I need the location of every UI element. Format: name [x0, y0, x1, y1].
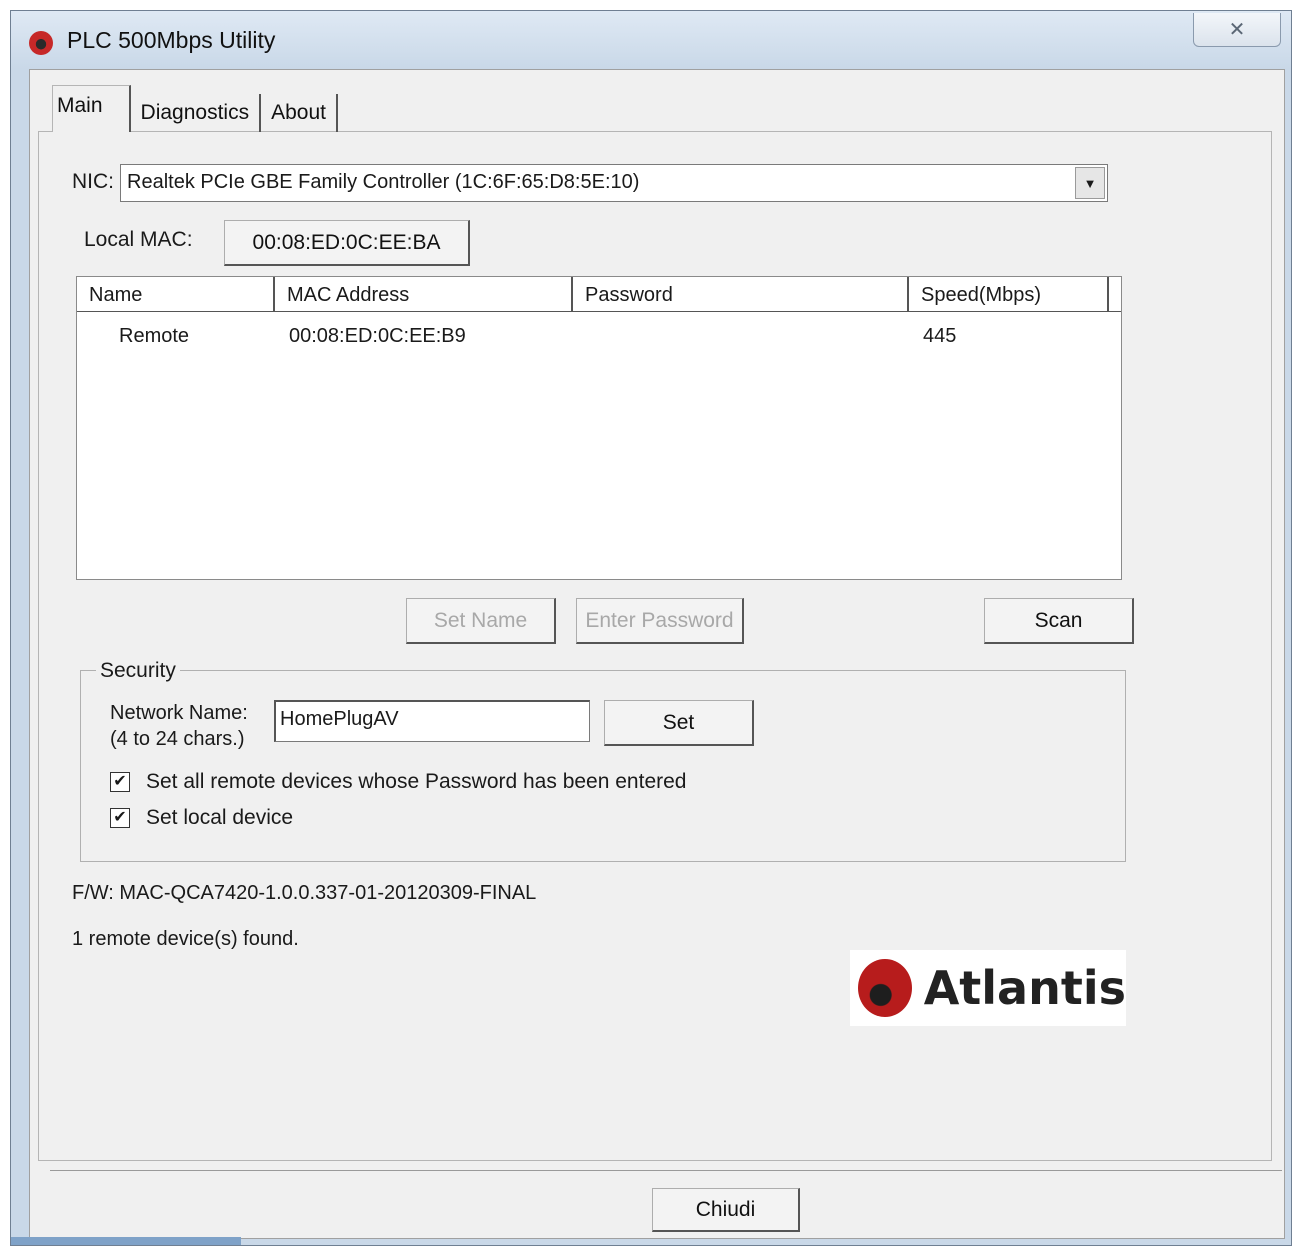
- chevron-down-icon[interactable]: ▼: [1075, 167, 1105, 199]
- nic-dropdown[interactable]: Realtek PCIe GBE Family Controller (1C:6…: [120, 164, 1108, 202]
- tab-strip: Main Diagnostics About: [52, 85, 338, 132]
- scan-button[interactable]: Scan: [984, 598, 1134, 644]
- atlantis-logo: Atlantis: [850, 950, 1126, 1026]
- nic-label: NIC:: [72, 170, 114, 193]
- column-header-mac-address[interactable]: MAC Address: [275, 277, 573, 311]
- checkmark-icon: ✔: [113, 773, 127, 790]
- device-list[interactable]: Name MAC Address Password Speed(Mbps) Re…: [76, 276, 1122, 580]
- window-close-button[interactable]: ✕: [1193, 13, 1281, 47]
- set-local-device-checkbox[interactable]: ✔: [110, 808, 130, 828]
- column-header-name[interactable]: Name: [77, 277, 275, 311]
- tab-main[interactable]: Main: [52, 85, 131, 132]
- local-mac-label: Local MAC:: [84, 228, 193, 251]
- local-mac-value[interactable]: 00:08:ED:0C:EE:BA: [224, 220, 470, 266]
- atlantis-logo-icon: [858, 959, 912, 1017]
- frame-accent-strip: [11, 1237, 241, 1245]
- title-bar[interactable]: PLC 500Mbps Utility ✕: [11, 11, 1291, 69]
- status-message: 1 remote device(s) found.: [72, 928, 299, 950]
- set-name-button[interactable]: Set Name: [406, 598, 556, 644]
- set-remote-devices-label: Set all remote devices whose Password ha…: [146, 770, 687, 793]
- device-list-header: Name MAC Address Password Speed(Mbps): [77, 277, 1121, 312]
- set-local-device-label: Set local device: [146, 806, 294, 829]
- app-logo-icon: [29, 31, 53, 55]
- network-name-label-text: Network Name:: [110, 702, 248, 724]
- checkmark-icon: ✔: [113, 809, 127, 826]
- set-remote-devices-checkbox[interactable]: ✔: [110, 772, 130, 792]
- device-speed-cell: 445: [923, 325, 957, 347]
- window-title: PLC 500Mbps Utility: [67, 27, 276, 53]
- enter-password-button[interactable]: Enter Password: [576, 598, 744, 644]
- atlantis-logo-text: Atlantis: [923, 961, 1126, 1015]
- network-name-hint: (4 to 24 chars.): [110, 728, 245, 750]
- close-icon: ✕: [1228, 19, 1246, 41]
- set-remote-devices-option[interactable]: ✔ Set all remote devices whose Password …: [110, 770, 686, 794]
- device-name-cell: Remote: [119, 325, 190, 347]
- security-groupbox: [80, 670, 1126, 862]
- column-header-password[interactable]: Password: [573, 277, 909, 311]
- network-name-input[interactable]: HomePlugAV: [274, 700, 590, 742]
- set-network-name-button[interactable]: Set: [604, 700, 754, 746]
- security-title: Security: [96, 659, 180, 683]
- device-mac-cell: 00:08:ED:0C:EE:B9: [289, 325, 466, 347]
- nic-selected-value: Realtek PCIe GBE Family Controller (1C:6…: [127, 171, 640, 193]
- footer-divider: [50, 1170, 1282, 1171]
- close-dialog-button[interactable]: Chiudi: [652, 1188, 800, 1232]
- column-header-speed[interactable]: Speed(Mbps): [909, 277, 1109, 311]
- tab-diagnostics[interactable]: Diagnostics: [131, 94, 262, 132]
- app-window: PLC 500Mbps Utility ✕ Main Diagnostics A…: [10, 10, 1292, 1246]
- firmware-version: F/W: MAC-QCA7420-1.0.0.337-01-20120309-F…: [72, 882, 537, 904]
- tab-about[interactable]: About: [261, 94, 338, 132]
- dialog-client-area: Main Diagnostics About NIC: Realtek PCIe…: [29, 69, 1285, 1239]
- set-local-device-option[interactable]: ✔ Set local device: [110, 806, 293, 830]
- network-name-label: Network Name: (4 to 24 chars.): [110, 700, 248, 752]
